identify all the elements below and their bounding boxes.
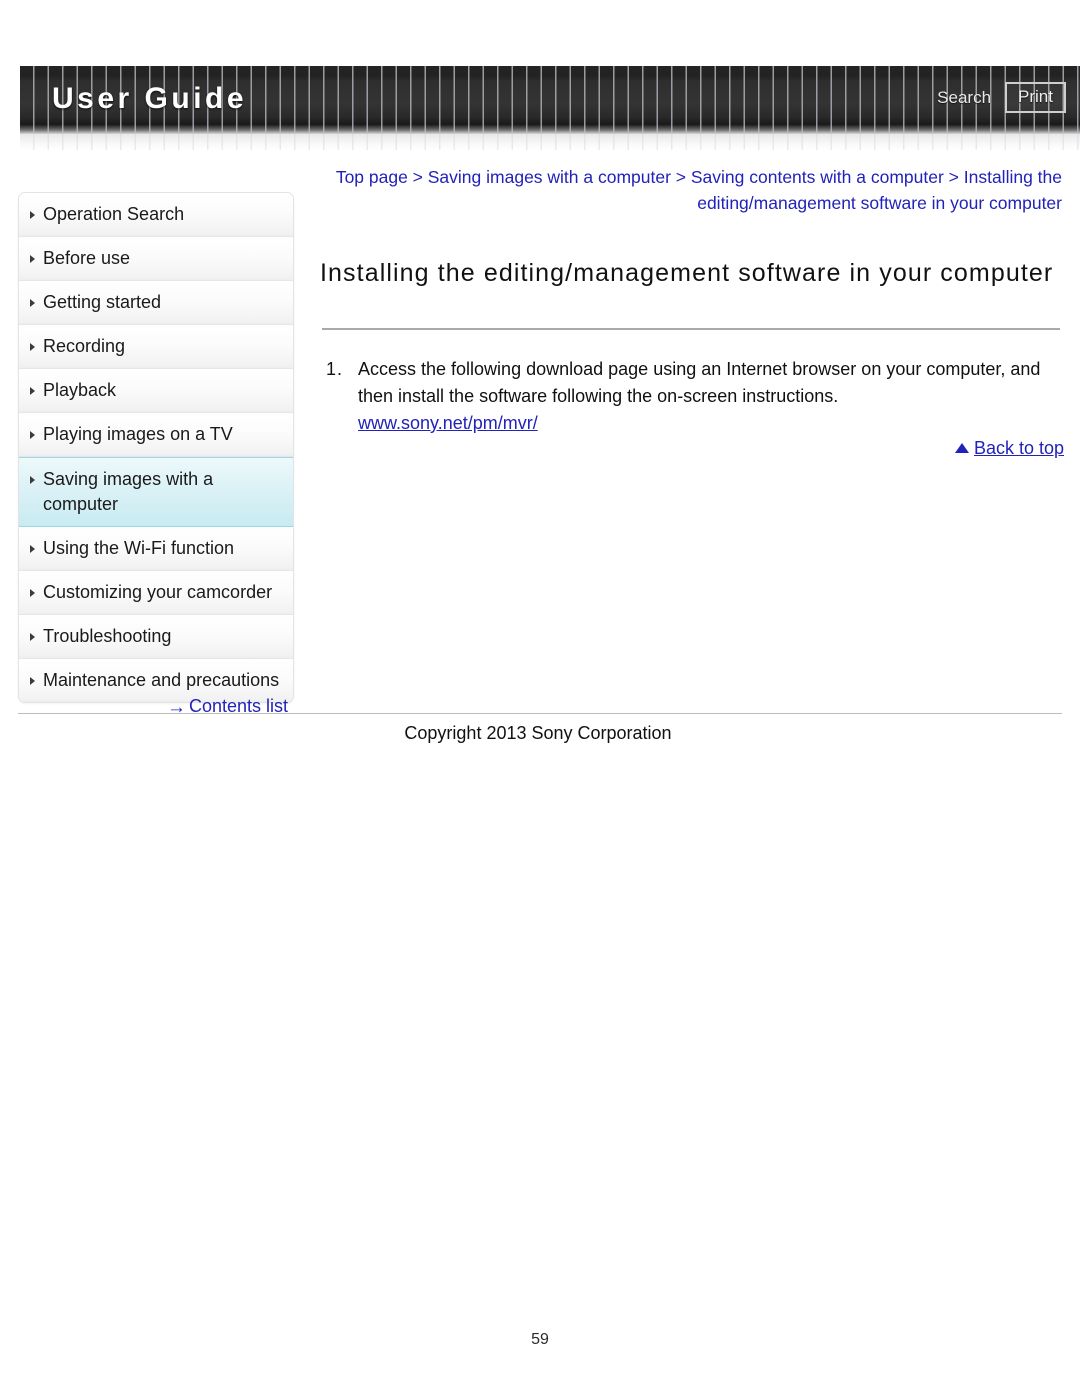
triangle-up-icon: [954, 443, 969, 453]
arrow-right-icon: →: [166, 697, 186, 718]
sidebar-item-playback[interactable]: Playback: [19, 369, 293, 413]
triangle-right-icon: [30, 211, 35, 219]
sidebar-item-getting-started[interactable]: Getting started: [19, 281, 293, 325]
triangle-right-icon: [30, 589, 35, 597]
step-description: Access the following download page using…: [358, 359, 1041, 406]
triangle-right-icon: [30, 431, 35, 439]
sidebar-nav: Operation Search Before use Getting star…: [18, 192, 294, 703]
sidebar-item-using-the-wifi-function[interactable]: Using the Wi-Fi function: [19, 527, 293, 571]
header-actions: Search Print: [937, 82, 1066, 113]
triangle-right-icon: [30, 343, 35, 351]
triangle-right-icon: [30, 387, 35, 395]
step-text: Access the following download page using…: [358, 356, 1066, 437]
sidebar-item-recording[interactable]: Recording: [19, 325, 293, 369]
sidebar-item-operation-search[interactable]: Operation Search: [19, 193, 293, 237]
print-button[interactable]: Print: [1005, 82, 1066, 113]
breadcrumb[interactable]: Top page > Saving images with a computer…: [320, 164, 1062, 216]
triangle-right-icon: [30, 677, 35, 685]
page-number: 59: [531, 1331, 549, 1348]
triangle-right-icon: [30, 299, 35, 307]
step-number: 1.: [326, 359, 344, 379]
sidebar-item-label: Troubleshooting: [43, 626, 172, 646]
footer-divider: [18, 713, 1062, 714]
sidebar-item-label: Customizing your camcorder: [43, 582, 273, 602]
sidebar-item-label: Maintenance and precautions: [43, 670, 280, 690]
triangle-right-icon: [30, 476, 35, 484]
sidebar-item-troubleshooting[interactable]: Troubleshooting: [19, 615, 293, 659]
title-divider: [322, 328, 1060, 330]
back-to-top-label: Back to top: [973, 438, 1064, 458]
sidebar-item-before-use[interactable]: Before use: [19, 237, 293, 281]
instruction-step: 1. Access the following download page us…: [326, 356, 1066, 437]
copyright-text: Copyright 2013 Sony Corporation: [404, 723, 672, 743]
sidebar-item-label: Playing images on a TV: [43, 424, 233, 444]
triangle-right-icon: [30, 633, 35, 641]
header-banner: User Guide Search Print: [20, 66, 1080, 134]
page-title: Installing the editing/management softwa…: [320, 259, 1054, 287]
contents-list-row: → Contents list: [18, 694, 294, 720]
sidebar-item-label: Using the Wi-Fi function: [43, 538, 235, 558]
back-to-top-link[interactable]: Back to top: [954, 438, 1064, 458]
sidebar-item-label: Saving images with a computer: [43, 469, 214, 514]
sidebar-item-label: Getting started: [43, 292, 162, 312]
triangle-right-icon: [30, 545, 35, 553]
sidebar-item-label: Playback: [43, 380, 117, 400]
sidebar-item-label: Operation Search: [43, 204, 185, 224]
search-link[interactable]: Search: [937, 88, 991, 108]
app-title: User Guide: [52, 82, 248, 115]
download-page-link[interactable]: www.sony.net/pm/mvr/: [358, 410, 1066, 437]
triangle-right-icon: [30, 255, 35, 263]
sidebar-item-playing-images-on-a-tv[interactable]: Playing images on a TV: [19, 413, 293, 457]
back-to-top-row: Back to top: [820, 436, 1064, 460]
sidebar-item-saving-images-with-a-computer[interactable]: Saving images with a computer: [19, 457, 293, 527]
sidebar-item-label: Before use: [43, 248, 131, 268]
sidebar-item-label: Recording: [43, 336, 126, 356]
header-reflection: [20, 134, 1080, 150]
sidebar-item-customizing-your-camcorder[interactable]: Customizing your camcorder: [19, 571, 293, 615]
header-gloss-overlay: [20, 66, 1080, 76]
